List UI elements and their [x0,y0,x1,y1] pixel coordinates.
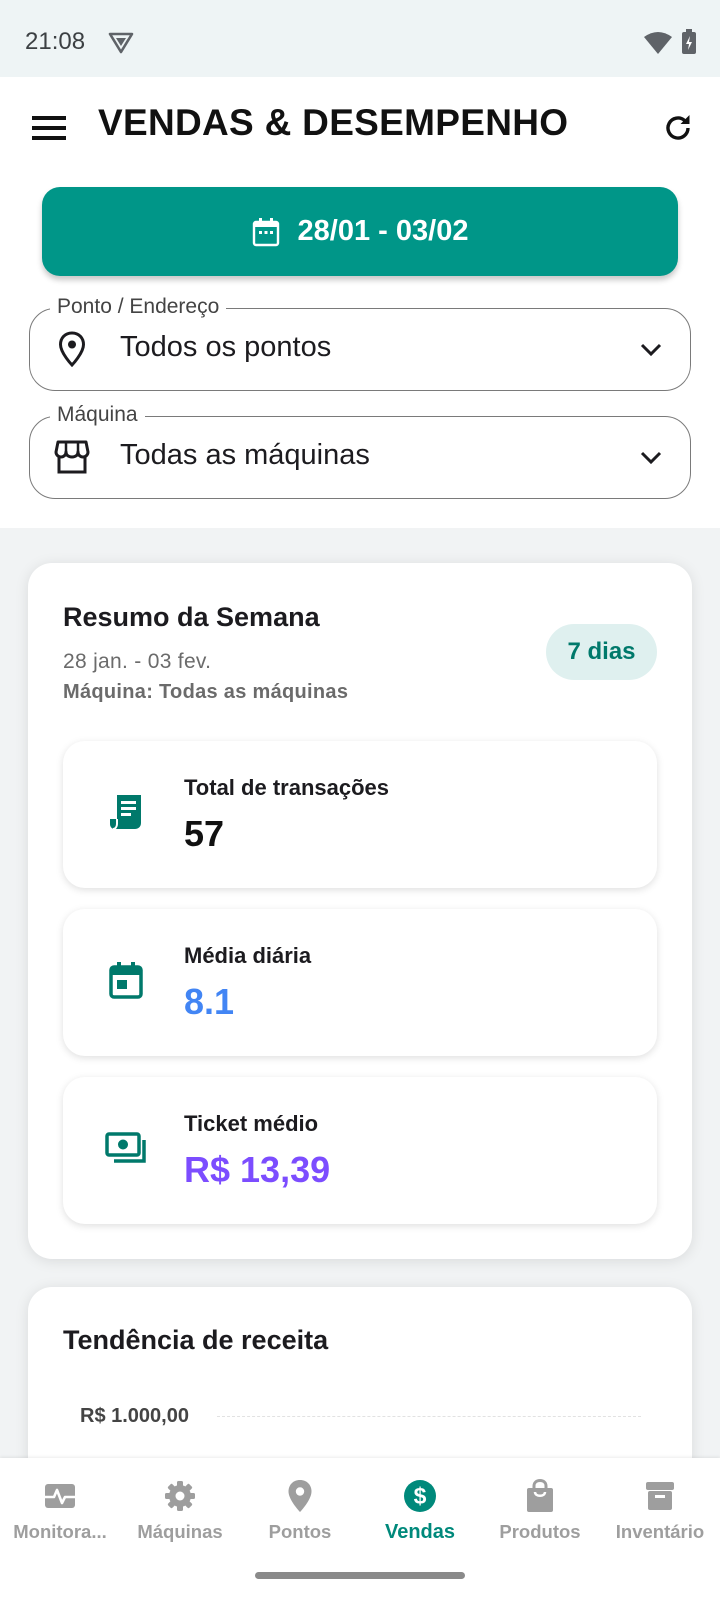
summary-machine: Máquina: Todas as máquinas [63,681,349,703]
stat-label: Total de transações [184,775,389,800]
dollar-icon: $ [401,1477,439,1515]
location-select[interactable]: Ponto / Endereço Todos os pontos [29,295,691,391]
wifi-icon [644,32,672,54]
vpn-shield-icon [108,32,134,54]
location-pin-icon [52,329,92,369]
nav-item-points[interactable]: Pontos [240,1477,360,1549]
trend-gridline [217,1416,641,1417]
nav-item-monitoring[interactable]: Monitora... [0,1477,120,1549]
nav-item-sales[interactable]: $ Vendas [360,1477,480,1549]
stat-value: 57 [184,813,225,854]
page-title: VENDAS & DESEMPENHO [98,102,569,143]
trend-y-tick: R$ 1.000,00 [80,1405,189,1427]
stat-value: 8.1 [184,981,235,1022]
status-time: 21:08 [25,28,86,55]
days-badge: 7 dias [546,624,657,680]
machine-value: Todas as máquinas [120,439,370,471]
status-bar: 21:08 [0,0,720,77]
pulse-icon [41,1477,79,1515]
nav-label: Pontos [268,1521,332,1542]
battery-icon [682,29,696,54]
nav-label: Vendas [384,1521,456,1543]
stat-value: R$ 13,39 [184,1149,331,1190]
stat-daily-average: Média diária 8.1 [63,909,657,1056]
pin-icon [281,1477,319,1515]
nav-label: Produtos [499,1521,581,1542]
receipt-icon [103,789,149,835]
date-range-label: 28/01 - 03/02 [297,215,469,247]
home-indicator[interactable] [255,1572,465,1579]
stat-label: Média diária [184,943,312,968]
nav-label: Inventário [615,1521,705,1542]
nav-label: Monitora... [13,1521,107,1542]
stat-total-transactions: Total de transações 57 [63,741,657,888]
machine-select[interactable]: Máquina Todas as máquinas [29,403,691,499]
summary-date-range: 28 jan. - 03 fev. [63,650,212,673]
location-value: Todos os pontos [120,331,332,363]
store-icon [52,437,92,477]
calendar-icon [103,957,149,1003]
stat-average-ticket: Ticket médio R$ 13,39 [63,1077,657,1224]
archive-icon [641,1477,679,1515]
summary-title: Resumo da Semana [63,602,320,632]
refresh-icon[interactable] [658,108,698,148]
gear-icon [161,1477,199,1515]
date-range-button[interactable]: 28/01 - 03/02 [42,187,678,276]
cash-icon [103,1125,149,1171]
nav-item-machines[interactable]: Máquinas [120,1477,240,1549]
svg-text:$: $ [414,1483,427,1509]
nav-label: Máquinas [137,1521,223,1542]
calendar-icon [252,217,279,246]
location-legend: Ponto / Endereço [50,295,227,319]
nav-item-inventory[interactable]: Inventário [600,1477,720,1549]
chevron-down-icon [634,441,668,475]
stat-label: Ticket médio [184,1111,319,1136]
trend-title: Tendência de receita [63,1325,329,1355]
nav-item-products[interactable]: Produtos [480,1477,600,1549]
bag-icon [521,1477,559,1515]
machine-legend: Máquina [50,403,145,427]
menu-icon[interactable] [29,108,69,148]
chevron-down-icon [634,333,668,367]
